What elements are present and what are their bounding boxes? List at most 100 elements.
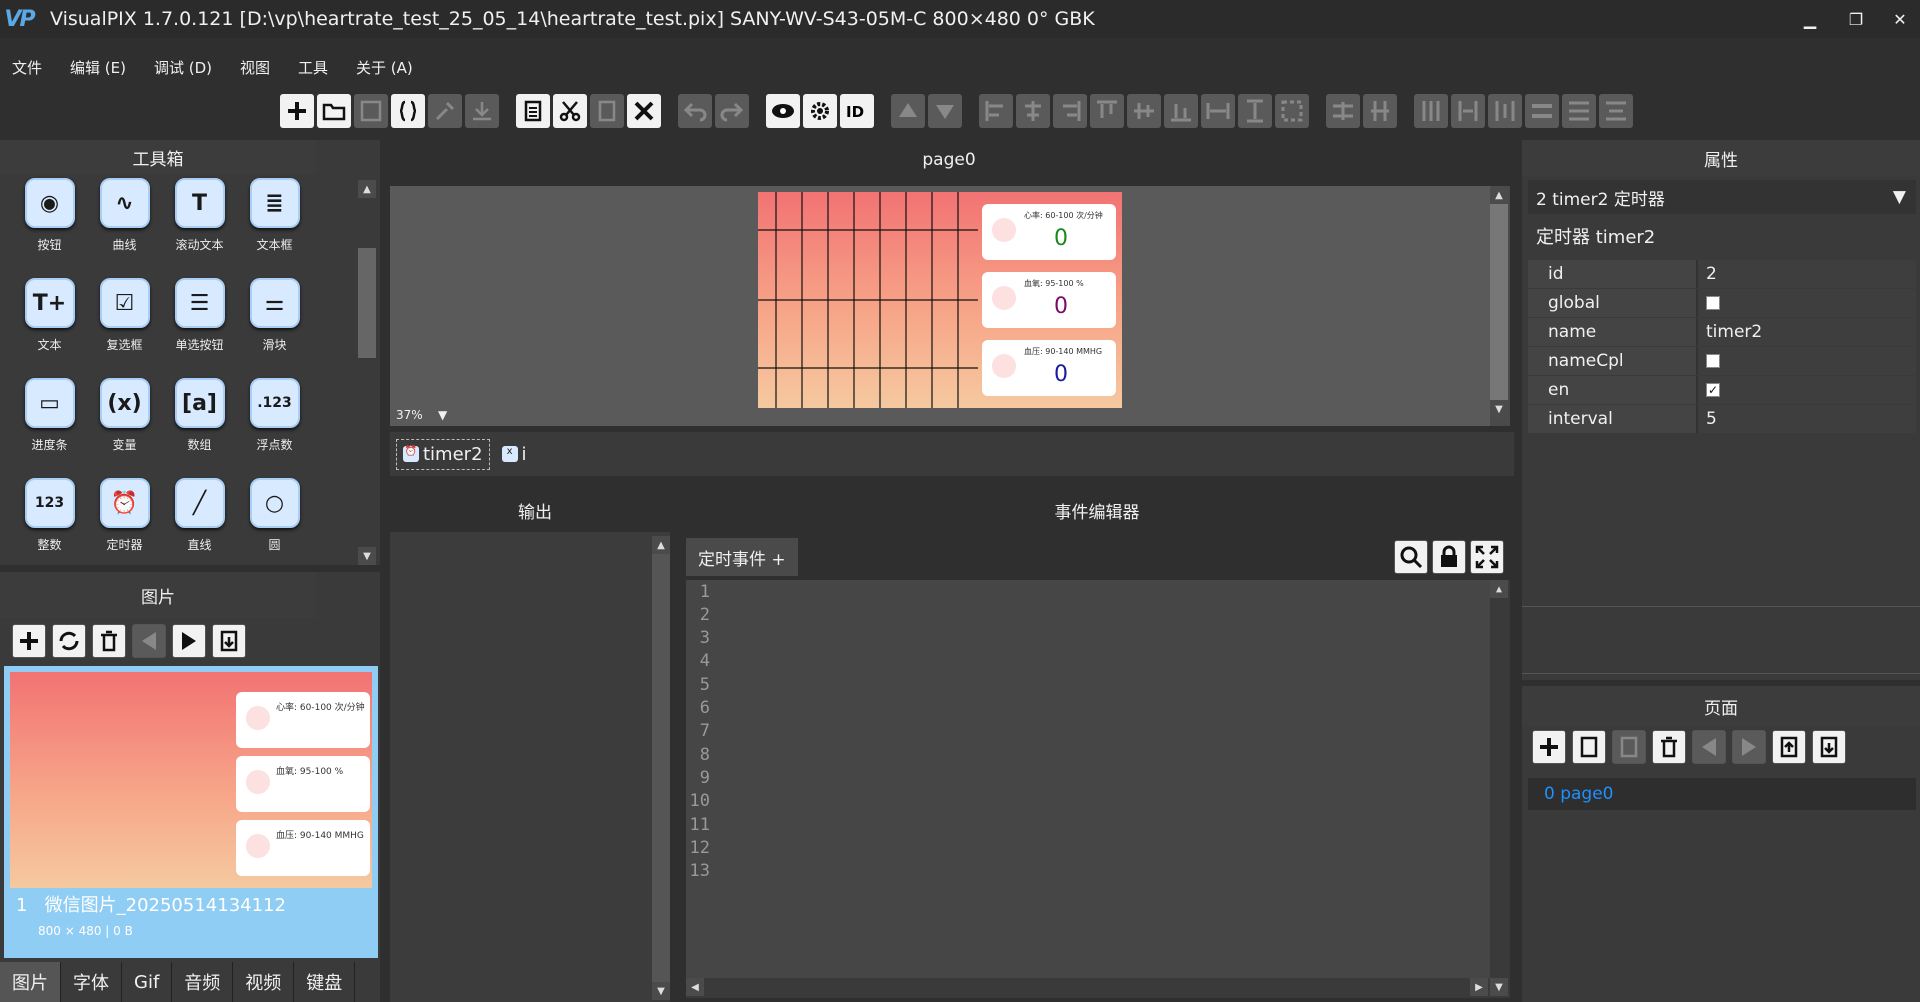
tab-gif[interactable]: Gif bbox=[122, 962, 173, 1002]
page-list-item[interactable]: 0 page0 bbox=[1528, 778, 1916, 810]
minimize-button[interactable]: ▁ bbox=[1790, 4, 1830, 34]
lock-button[interactable] bbox=[1432, 540, 1466, 574]
scroll-thumb[interactable] bbox=[652, 554, 670, 982]
move-up-button[interactable] bbox=[891, 94, 925, 128]
distribute-v-button[interactable] bbox=[1525, 94, 1559, 128]
output-console[interactable]: ▲ ▼ bbox=[390, 532, 670, 1002]
tool-line[interactable]: ╱ 直线 bbox=[162, 478, 237, 578]
prop-row-global[interactable]: global bbox=[1528, 289, 1916, 317]
tool-radio[interactable]: ☰ 单选按钮 bbox=[162, 278, 237, 378]
align-bottom-button[interactable] bbox=[1164, 94, 1198, 128]
en-checkbox[interactable]: ✓ bbox=[1706, 383, 1720, 397]
move-right-button[interactable] bbox=[172, 624, 206, 658]
prop-row-interval[interactable]: interval 5 bbox=[1528, 405, 1916, 433]
tool-scroll-text[interactable]: T 滚动文本 bbox=[162, 178, 237, 278]
prop-value[interactable]: timer2 bbox=[1696, 318, 1916, 346]
namecpl-checkbox[interactable] bbox=[1706, 354, 1720, 368]
menu-about[interactable]: 关于 (A) bbox=[356, 57, 413, 78]
add-picture-button[interactable] bbox=[12, 624, 46, 658]
code-horizontal-scrollbar[interactable]: ◀ ▶ ▼ bbox=[686, 978, 1510, 998]
delete-page-button[interactable] bbox=[1652, 730, 1686, 764]
distribute-h2-button[interactable] bbox=[1451, 94, 1485, 128]
settings-button[interactable] bbox=[803, 94, 837, 128]
global-checkbox[interactable] bbox=[1706, 296, 1720, 310]
move-down-button[interactable] bbox=[928, 94, 962, 128]
scroll-up-arrow[interactable]: ▲ bbox=[358, 180, 376, 198]
zoom-select[interactable]: 37% ▼ bbox=[396, 408, 447, 422]
prop-row-en[interactable]: en ✓ bbox=[1528, 376, 1916, 404]
tab-fonts[interactable]: 字体 bbox=[61, 962, 122, 1002]
build-button[interactable] bbox=[428, 94, 462, 128]
preview-button[interactable] bbox=[766, 94, 800, 128]
output-scrollbar[interactable]: ▲ ▼ bbox=[652, 536, 670, 1002]
same-width-button[interactable] bbox=[1201, 94, 1235, 128]
tool-textbox[interactable]: ≣ 文本框 bbox=[237, 178, 312, 278]
undo-button[interactable] bbox=[678, 94, 712, 128]
delete-picture-button[interactable] bbox=[92, 624, 126, 658]
center-horizontal-button[interactable] bbox=[1326, 94, 1360, 128]
distribute-h-button[interactable] bbox=[1414, 94, 1448, 128]
tool-timer[interactable]: ⏰ 定时器 bbox=[87, 478, 162, 578]
tool-checkbox[interactable]: ☑ 复选框 bbox=[87, 278, 162, 378]
tool-circle[interactable]: ○ 圆 bbox=[237, 478, 312, 578]
page-preview[interactable]: 心率: 60-100 次/分钟 0 血氧: 95-100 % 0 血压: 90-14… bbox=[758, 192, 1122, 408]
align-center-button[interactable] bbox=[1016, 94, 1050, 128]
distribute-v3-button[interactable] bbox=[1599, 94, 1633, 128]
id-button[interactable]: ID bbox=[840, 94, 874, 128]
paste-page-button[interactable] bbox=[1612, 730, 1646, 764]
canvas-scrollbar[interactable]: ▲ ▼ bbox=[1490, 186, 1510, 426]
scroll-up-arrow[interactable]: ▲ bbox=[1490, 186, 1508, 204]
tool-text[interactable]: T+ 文本 bbox=[12, 278, 87, 378]
new-file-button[interactable] bbox=[280, 94, 314, 128]
menu-debug[interactable]: 调试 (D) bbox=[154, 57, 212, 78]
code-editor[interactable]: 1 2 3 4 5 6 7 8 9 10 11 12 13 ▲ bbox=[686, 580, 1510, 978]
code-scrollbar[interactable]: ▲ bbox=[1490, 580, 1510, 978]
tool-curve[interactable]: ∿ 曲线 bbox=[87, 178, 162, 278]
object-selector[interactable]: 2 timer2 定时器 ▼ bbox=[1528, 180, 1916, 214]
tool-button[interactable]: ◉ 按钮 bbox=[12, 178, 87, 278]
scroll-right-arrow[interactable]: ▶ bbox=[1470, 978, 1488, 996]
object-timer2[interactable]: ⏰ timer2 bbox=[396, 438, 490, 470]
align-left-button[interactable] bbox=[979, 94, 1013, 128]
add-page-button[interactable] bbox=[1532, 730, 1566, 764]
prop-value[interactable] bbox=[1696, 347, 1916, 375]
menu-view[interactable]: 视图 bbox=[240, 57, 270, 78]
move-left-button[interactable] bbox=[132, 624, 166, 658]
export-picture-button[interactable] bbox=[212, 624, 246, 658]
scroll-down-arrow[interactable]: ▼ bbox=[652, 982, 670, 1000]
tool-variable[interactable]: (x) 变量 bbox=[87, 378, 162, 478]
prop-value[interactable]: ✓ bbox=[1696, 376, 1916, 404]
menu-edit[interactable]: 编辑 (E) bbox=[70, 57, 126, 78]
heart-rate-card[interactable]: 心率: 60-100 次/分钟 0 bbox=[982, 204, 1116, 260]
prop-value[interactable]: 2 bbox=[1696, 260, 1916, 288]
paste-button[interactable] bbox=[590, 94, 624, 128]
align-middle-button[interactable] bbox=[1127, 94, 1161, 128]
delete-button[interactable] bbox=[627, 94, 661, 128]
download-button[interactable] bbox=[465, 94, 499, 128]
object-i[interactable]: xi bbox=[496, 440, 533, 469]
page-left-button[interactable] bbox=[1692, 730, 1726, 764]
copy-button[interactable] bbox=[516, 94, 550, 128]
page-right-button[interactable] bbox=[1732, 730, 1766, 764]
toolbox-scrollbar[interactable]: ▲ ▼ bbox=[358, 180, 378, 565]
script-button[interactable] bbox=[391, 94, 425, 128]
export-page-button[interactable] bbox=[1812, 730, 1846, 764]
design-canvas[interactable]: 心率: 60-100 次/分钟 0 血氧: 95-100 % 0 血压: 90-14… bbox=[390, 186, 1510, 426]
align-right-button[interactable] bbox=[1053, 94, 1087, 128]
same-size-button[interactable] bbox=[1275, 94, 1309, 128]
redo-button[interactable] bbox=[715, 94, 749, 128]
tab-video[interactable]: 视频 bbox=[233, 962, 295, 1002]
distribute-h3-button[interactable] bbox=[1488, 94, 1522, 128]
blood-oxygen-card[interactable]: 血氧: 95-100 % 0 bbox=[982, 272, 1116, 328]
tool-slider[interactable]: ⚌ 滑块 bbox=[237, 278, 312, 378]
replace-picture-button[interactable] bbox=[52, 624, 86, 658]
scroll-left-arrow[interactable]: ◀ bbox=[686, 978, 704, 996]
copy-page-button[interactable] bbox=[1572, 730, 1606, 764]
picture-item[interactable]: 心率: 60-100 次/分钟 血氧: 95-100 % 血压: 90-140 … bbox=[4, 666, 378, 958]
distribute-v2-button[interactable] bbox=[1562, 94, 1596, 128]
tool-integer[interactable]: 123 整数 bbox=[12, 478, 87, 578]
prop-value[interactable]: 5 bbox=[1696, 405, 1916, 433]
event-tab-timer[interactable]: 定时事件 + bbox=[686, 538, 798, 576]
menu-tools[interactable]: 工具 bbox=[298, 57, 328, 78]
prop-value[interactable] bbox=[1696, 289, 1916, 317]
